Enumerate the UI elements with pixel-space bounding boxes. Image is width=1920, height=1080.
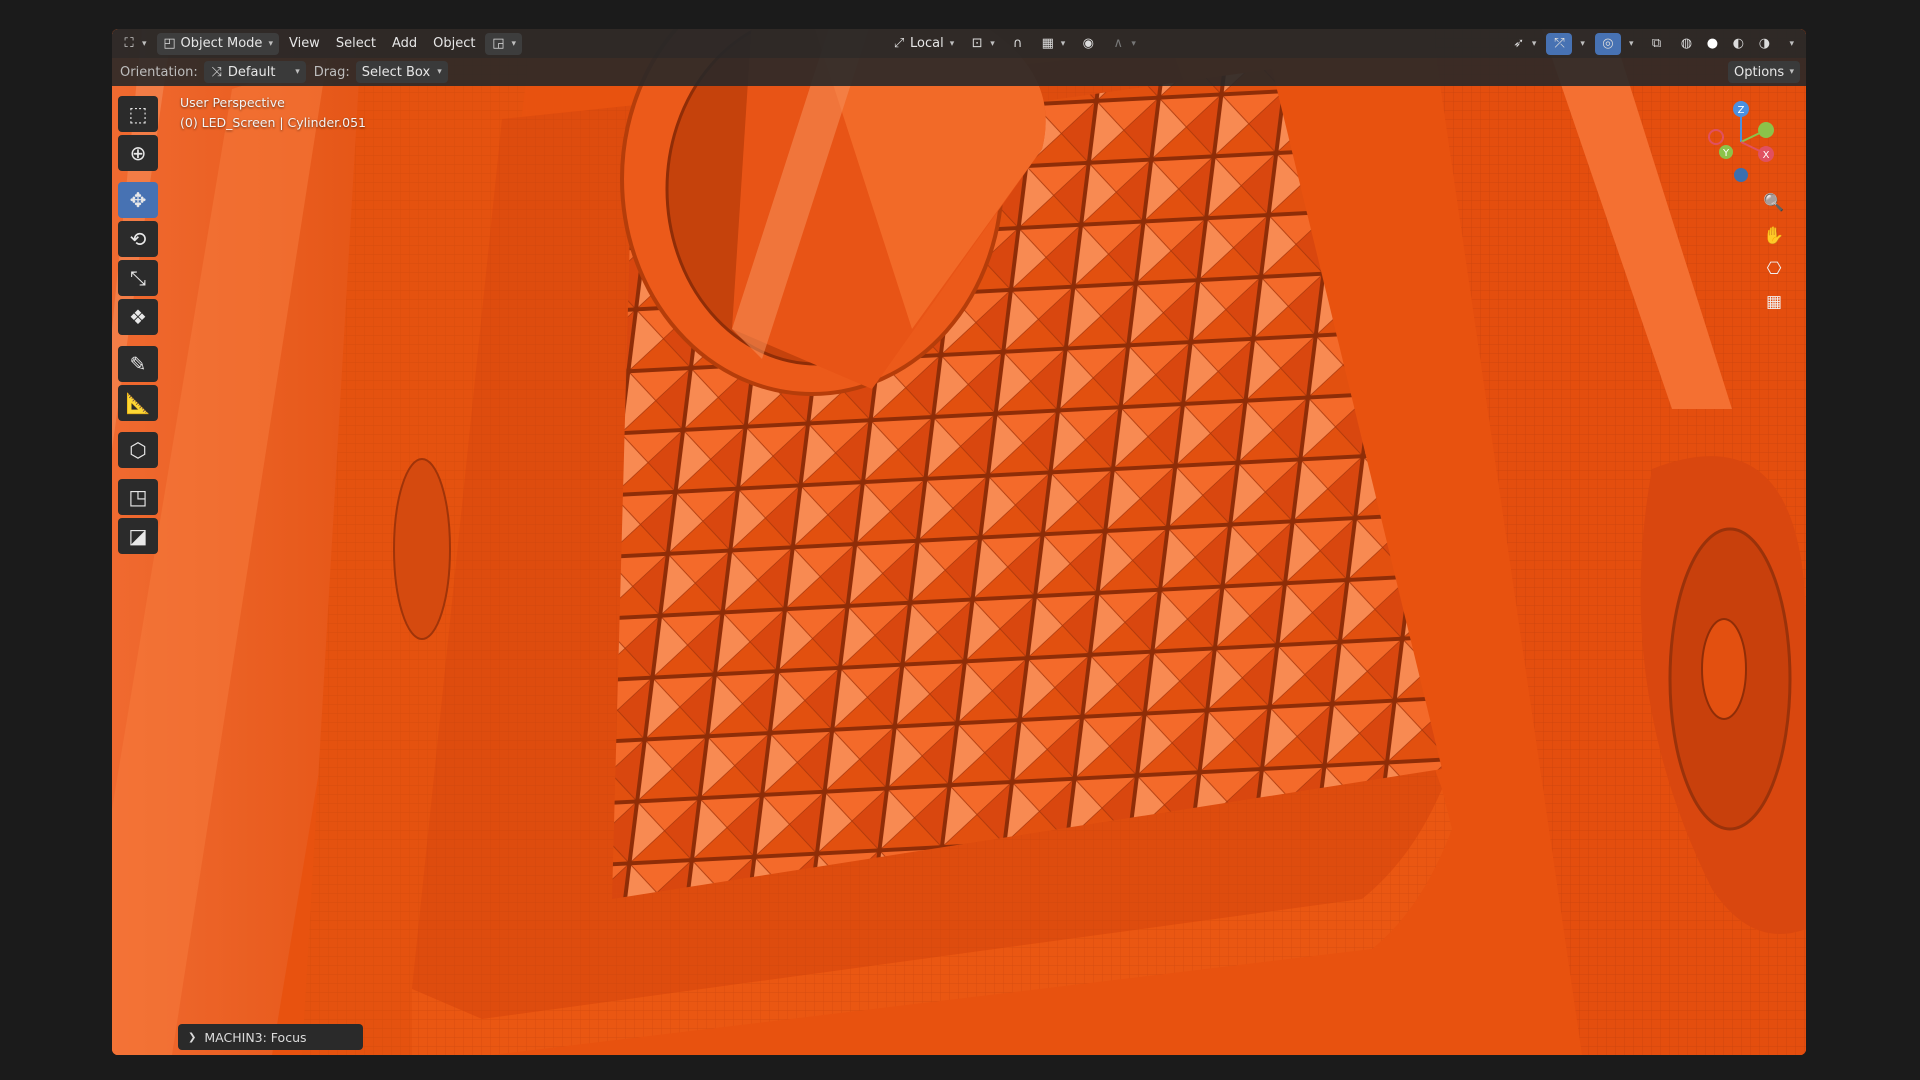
tool-rotate[interactable]: ⟲ (118, 221, 158, 257)
gizmos-toggle[interactable]: ⤱ (1546, 32, 1573, 55)
snap-grid-icon: ▦ (1041, 36, 1054, 51)
overlays-toggle[interactable]: ◎ (1594, 32, 1621, 55)
mode-dropdown[interactable]: ◰ Object Mode ▾ (156, 32, 279, 55)
transform-icon: ❖ (129, 305, 147, 329)
tool-annotate[interactable]: ✎ (118, 346, 158, 382)
tool-select-box[interactable]: ⬚ (118, 96, 158, 132)
falloff-dropdown[interactable]: ∧ ▾ (1105, 33, 1142, 55)
gizmo-icon: ⤱ (1554, 36, 1565, 51)
pivot-dropdown[interactable]: ⊡ ▾ (964, 33, 1001, 55)
proportional-icon: ◉ (1082, 36, 1094, 51)
gizmo-type-dropdown[interactable]: ◲ ▾ (485, 32, 522, 55)
tool-measure[interactable]: 📐 (118, 385, 158, 421)
transform-space-label: Local (910, 36, 944, 51)
transform-space-dropdown[interactable]: ⤢ Local ▾ (886, 33, 960, 55)
orientation-dropdown[interactable]: ⤨ Default ▾ (203, 61, 306, 83)
orientation-value: Default (227, 64, 276, 80)
options-label: Options (1734, 64, 1785, 80)
3d-viewport[interactable]: ⛶ ▾ ◰ Object Mode ▾ View Select Add Objec… (112, 29, 1806, 1055)
perspective-toggle-button[interactable]: ▦ (1760, 288, 1788, 316)
drag-dropdown[interactable]: Select Box ▾ (355, 61, 448, 83)
measure-icon: 📐 (125, 391, 151, 415)
hand-icon: ✋ (1763, 226, 1785, 246)
falloff-icon: ∧ (1113, 36, 1124, 51)
zoom-button[interactable]: 🔍 (1760, 189, 1788, 217)
cursor-icon: ⊕ (129, 141, 147, 165)
gizmo-x-label: X (1763, 150, 1770, 161)
boolean-icon: ◪ (128, 524, 148, 548)
chevron-right-icon: ❯ (188, 1031, 197, 1043)
scale-icon: ⤡ (130, 266, 146, 290)
camera-view-button[interactable]: ⎔ (1760, 255, 1788, 283)
object-mode-icon: ◰ (163, 36, 176, 51)
rotate-icon: ⟲ (129, 227, 147, 251)
camera-icon: ⎔ (1766, 259, 1782, 279)
material-shading-icon: ◐ (1732, 36, 1745, 51)
tool-hyper-cursor[interactable]: ◳ (118, 479, 158, 515)
proportional-edit-toggle[interactable]: ◉ (1075, 33, 1101, 55)
gizmo-x-axis-neg[interactable] (1708, 129, 1724, 145)
drag-value: Select Box (361, 64, 431, 80)
tool-add-cube[interactable]: ⬡ (118, 432, 158, 468)
tool-cursor[interactable]: ⊕ (118, 135, 158, 171)
gizmo-y-label: Y (1722, 148, 1730, 159)
grid-perspective-icon: ▦ (1765, 292, 1783, 312)
gizmo-y-axis-neg[interactable] (1758, 122, 1774, 138)
local-axes-icon: ⤢ (893, 36, 905, 51)
mode-label: Object Mode (180, 36, 263, 51)
pan-button[interactable]: ✋ (1760, 222, 1788, 250)
selectability-icon: ➶ (1513, 36, 1525, 51)
last-operator-panel[interactable]: ❯ MACHIN3: Focus (178, 1024, 363, 1050)
shading-rendered[interactable]: ◑ (1751, 33, 1777, 55)
operator-label: MACHIN3: Focus (204, 1029, 307, 1045)
tool-scale[interactable]: ⤡ (118, 260, 158, 296)
orientation-icon: ⤨ (211, 64, 222, 80)
toolbar: ⬚ ⊕ ✥ ⟲ ⤡ ❖ ✎ 📐 ⬡ ◳ ◪ (118, 96, 160, 557)
editor-type-button[interactable]: ⛶ ▾ (116, 33, 153, 55)
tool-move[interactable]: ✥ (118, 182, 158, 218)
snap-target-dropdown[interactable]: ▦ ▾ (1035, 33, 1072, 55)
shading-material[interactable]: ◐ (1725, 33, 1751, 55)
magnet-icon: ∩ (1013, 36, 1023, 51)
navigation-gizmo[interactable]: Z X Y (1696, 97, 1786, 187)
tool-settings-bar: Orientation: ⤨ Default ▾ Drag: Select Bo… (112, 58, 1806, 86)
transform-gizmo-icon: ◲ (492, 36, 505, 51)
shading-wireframe[interactable]: ◍ (1673, 33, 1699, 55)
viewport-scene[interactable] (112, 29, 1806, 1055)
shading-solid[interactable]: ● (1699, 33, 1725, 55)
xray-icon: ⧉ (1651, 36, 1662, 51)
zoom-icon: 🔍 (1763, 193, 1785, 213)
move-icon: ✥ (129, 188, 147, 212)
gizmos-dropdown[interactable]: ▾ (1572, 33, 1591, 55)
object-info: (0) LED_Screen | Cylinder.051 (180, 115, 366, 130)
tool-transform[interactable]: ❖ (118, 299, 158, 335)
menu-view[interactable]: View (283, 33, 326, 55)
menu-object[interactable]: Object (427, 33, 481, 55)
annotate-icon: ✎ (129, 352, 147, 376)
viewport-header: ⛶ ▾ ◰ Object Mode ▾ View Select Add Objec… (112, 29, 1806, 58)
visibility-dropdown[interactable]: ➶ ▾ (1506, 33, 1543, 55)
tool-boolean[interactable]: ◪ (118, 518, 158, 554)
overlays-icon: ◎ (1602, 36, 1614, 51)
orientation-label: Orientation: (120, 64, 198, 80)
menu-select[interactable]: Select (330, 33, 382, 55)
view-name: User Perspective (180, 95, 285, 110)
gizmo-z-axis-neg[interactable] (1734, 168, 1748, 182)
rendered-shading-icon: ◑ (1758, 36, 1771, 51)
add-cube-icon: ⬡ (129, 438, 147, 462)
gizmo-z-label: Z (1738, 105, 1745, 116)
solid-shading-icon: ● (1706, 36, 1719, 51)
hyper-cursor-icon: ◳ (128, 485, 148, 509)
drag-label: Drag: (313, 64, 350, 80)
wireframe-shading-icon: ◍ (1680, 36, 1693, 51)
menu-add[interactable]: Add (386, 33, 423, 55)
overlays-dropdown[interactable]: ▾ (1621, 33, 1640, 55)
pivot-icon: ⊡ (971, 36, 983, 51)
select-box-icon: ⬚ (128, 102, 148, 126)
options-dropdown[interactable]: Options ▾ (1728, 61, 1800, 83)
xray-toggle[interactable]: ⧉ (1643, 33, 1669, 55)
view3d-icon: ⛶ (124, 36, 134, 51)
shading-dropdown[interactable]: ▾ (1781, 33, 1800, 55)
snap-toggle[interactable]: ∩ (1005, 33, 1031, 55)
